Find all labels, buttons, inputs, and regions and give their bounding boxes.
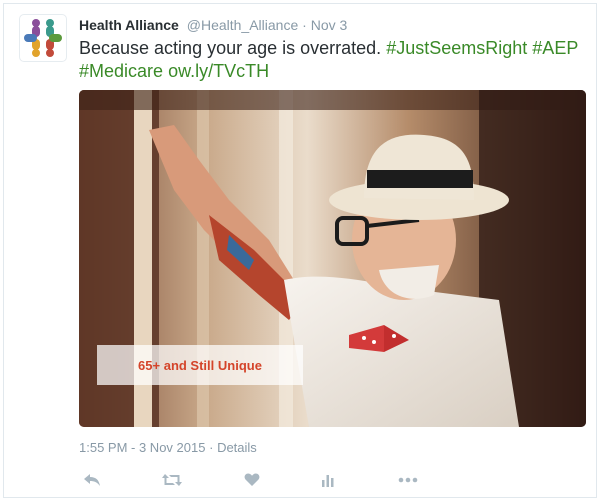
hashtag-link[interactable]: #JustSeemsRight (386, 38, 527, 58)
retweet-button[interactable] (157, 467, 187, 493)
health-alliance-logo (24, 19, 62, 57)
reply-button[interactable] (77, 467, 107, 493)
tweet-date[interactable]: Nov 3 (311, 17, 348, 33)
details-link[interactable]: Details (217, 440, 257, 455)
tweet-body: Because acting your age is overrated. (79, 38, 382, 58)
retweet-icon (162, 474, 182, 486)
header-separator: · (302, 17, 307, 33)
author-handle[interactable]: @Health_Alliance (187, 17, 299, 33)
like-button[interactable] (237, 467, 267, 493)
meta-separator: · (209, 440, 214, 455)
tweet-photo[interactable]: 65+ and Still Unique (79, 90, 586, 427)
author-name[interactable]: Health Alliance (79, 17, 179, 33)
reply-icon (84, 474, 100, 486)
hashtag-link[interactable]: #Medicare (79, 61, 163, 81)
more-button[interactable] (393, 467, 423, 493)
hashtag-link[interactable]: #AEP (532, 38, 578, 58)
analytics-icon (322, 475, 334, 487)
tweet-card: Health Alliance @Health_Alliance · Nov 3… (3, 3, 597, 498)
tweet-text: Because acting your age is overrated. #J… (79, 37, 584, 83)
analytics-button[interactable] (313, 467, 343, 493)
tweet-timestamp[interactable]: 1:55 PM - 3 Nov 2015 (79, 440, 205, 455)
tweet-actions (79, 467, 439, 493)
avatar[interactable] (19, 14, 67, 62)
url-link[interactable]: ow.ly/TVcTH (168, 61, 269, 81)
photo-caption-overlay: 65+ and Still Unique (97, 345, 303, 385)
heart-icon (244, 473, 260, 486)
tweet-meta: 1:55 PM - 3 Nov 2015 · Details (79, 440, 257, 456)
more-icon (398, 477, 418, 483)
tweet-header: Health Alliance @Health_Alliance · Nov 3 (79, 16, 347, 34)
